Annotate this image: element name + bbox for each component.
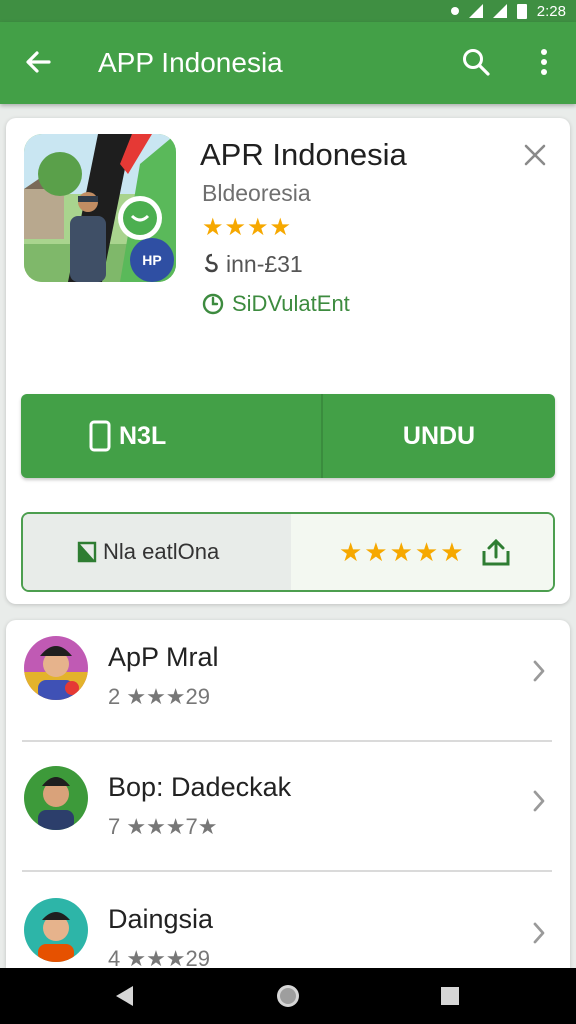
person-avatar-icon <box>24 898 88 962</box>
app-bar: APP Indonesia <box>0 22 576 104</box>
more-vert-icon <box>541 49 547 75</box>
flag-icon <box>77 541 97 563</box>
person-avatar-icon <box>24 766 88 830</box>
divider <box>22 870 552 872</box>
person-avatar-icon <box>24 636 88 700</box>
avatar <box>24 898 88 962</box>
list-item-name: ApP Mral <box>108 642 219 672</box>
avatar <box>24 766 88 830</box>
signal-icon <box>492 4 507 18</box>
more-options-button[interactable] <box>528 42 560 82</box>
list-item-rating: 4 ★★★29 <box>108 946 210 968</box>
circle-home-icon <box>277 985 299 1007</box>
app-name: APR Indonesia <box>200 137 407 172</box>
share-icon <box>482 538 510 566</box>
download-count-icon <box>204 253 218 273</box>
back-button[interactable] <box>18 42 58 82</box>
download-button-label: UNDU <box>402 421 476 450</box>
info-left-label: Nla eatlOna <box>103 539 220 564</box>
triangle-back-icon <box>116 986 133 1006</box>
rating-stars: ★★★★ <box>202 214 293 241</box>
search-button[interactable] <box>456 42 496 82</box>
wifi-icon <box>468 4 483 18</box>
verified-text: SiDVulatEnt <box>232 291 350 316</box>
app-icon-badge-text: HP <box>142 252 161 268</box>
status-bar: 2:28 <box>0 0 576 22</box>
action-row: N3L UNDU <box>21 394 555 478</box>
chevron-right-icon <box>524 784 554 818</box>
info-left-tab[interactable]: Nla eatlOna <box>23 514 291 590</box>
list-item-rating: 7 ★★★7★ <box>108 814 218 839</box>
page-title: APP Indonesia <box>98 47 283 78</box>
close-button[interactable] <box>518 138 552 172</box>
chevron-right-icon <box>524 654 554 688</box>
list-item[interactable]: ApP Mral 2 ★★★29 <box>6 620 570 742</box>
installs-info: inn-£31 <box>202 248 303 280</box>
list-item-rating: 2 ★★★29 <box>108 684 210 709</box>
app-icon-image: HP <box>24 134 176 282</box>
status-time: 2:28 <box>536 2 566 20</box>
info-rating-stars: ★★★★★ <box>339 536 466 567</box>
info-row: Nla eatlOna ★★★★★ <box>21 512 555 592</box>
nav-back-button[interactable] <box>100 976 148 1016</box>
open-button[interactable]: N3L <box>21 394 323 478</box>
chevron-right-icon <box>524 916 554 950</box>
clock-check-icon <box>202 293 224 315</box>
close-icon <box>524 144 546 166</box>
notification-icon <box>450 7 459 15</box>
app-detail-card: HP APR Indonesia Bldeoresia ★★★★ inn-£31… <box>6 118 570 604</box>
list-item[interactable]: Bop: Dadeckak 7 ★★★7★ <box>6 750 570 872</box>
open-button-label: N3L <box>119 421 167 450</box>
installs-text: inn-£31 <box>226 251 303 277</box>
search-icon <box>463 49 490 76</box>
avatar <box>24 636 88 700</box>
verified-info: SiDVulatEnt <box>202 288 350 320</box>
battery-icon <box>516 3 527 19</box>
square-recents-icon <box>441 987 459 1005</box>
system-nav-bar <box>0 968 576 1024</box>
phone-icon <box>89 420 111 452</box>
nav-home-button[interactable] <box>264 976 312 1016</box>
list-item-name: Bop: Dadeckak <box>108 772 292 802</box>
status-icons: 2:28 <box>450 0 566 22</box>
app-icon[interactable]: HP <box>24 134 176 282</box>
related-apps-list: ApP Mral 2 ★★★29 Bop: Dadeckak 7 ★★★7★ D… <box>6 620 570 968</box>
back-arrow-icon <box>26 51 51 73</box>
list-item-name: Daingsia <box>108 904 214 934</box>
info-right-tab[interactable]: ★★★★★ <box>291 514 553 590</box>
developer-name[interactable]: Bldeoresia <box>202 178 311 208</box>
divider <box>22 740 552 742</box>
list-item[interactable]: Daingsia 4 ★★★29 <box>6 882 570 968</box>
download-button[interactable]: UNDU <box>323 394 555 478</box>
nav-recents-button[interactable] <box>426 976 474 1016</box>
